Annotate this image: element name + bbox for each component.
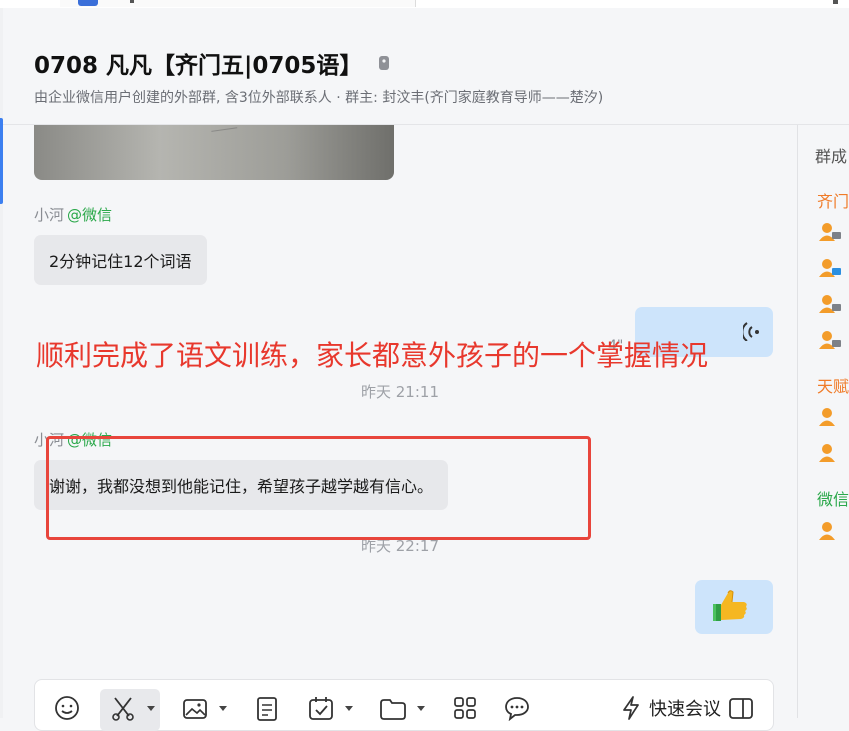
person-icon[interactable] <box>818 258 842 278</box>
group-title[interactable]: 0708 凡凡【齐门五|0705语】 <box>34 46 362 80</box>
chevron-down-icon[interactable] <box>219 706 227 711</box>
sender-source: @微信 <box>67 206 113 224</box>
lightning-icon <box>623 696 639 720</box>
members-panel-title: 群成 <box>815 147 848 166</box>
message-bubble[interactable]: 2分钟记住12个词语 <box>34 235 207 285</box>
chevron-down-icon[interactable] <box>345 706 353 711</box>
person-icon[interactable] <box>818 521 842 541</box>
person-icon[interactable] <box>818 407 842 427</box>
red-highlight-box <box>46 436 591 540</box>
group-members-panel: 群成 齐门 天赋 微信 <box>797 125 849 718</box>
input-toolbar: 快速会议 <box>34 679 774 731</box>
voice-wave-icon <box>741 321 761 342</box>
message-text: 2分钟记住12个词语 <box>49 252 192 271</box>
image-content <box>211 127 239 142</box>
person-icon[interactable] <box>818 443 842 463</box>
window-control-icon[interactable] <box>833 0 838 4</box>
quick-meeting-label: 快速会议 <box>649 699 721 720</box>
chevron-down-icon[interactable] <box>417 706 425 711</box>
member-group-label[interactable]: 天赋 <box>817 373 849 397</box>
person-icon[interactable] <box>818 222 842 242</box>
member-group-label[interactable]: 微信 <box>817 486 849 510</box>
member-group-label[interactable]: 齐门 <box>817 188 849 212</box>
browser-tab[interactable] <box>60 0 416 7</box>
person-icon[interactable] <box>818 330 842 350</box>
title-row: 0708 凡凡【齐门五|0705语】 <box>34 46 392 80</box>
thumbs-up-icon <box>713 590 747 621</box>
group-subtitle: 由企业微信用户创建的外部群, 含3位外部联系人 · 群主: 封汶丰(齐门家庭教育… <box>34 90 604 106</box>
chat-header: 0708 凡凡【齐门五|0705语】 由企业微信用户创建的外部群, 含3位外部联… <box>3 8 849 125</box>
red-annotation-caption: 顺利完成了语文训练，家长都意外孩子的一个掌握情况 <box>36 339 709 372</box>
chevron-down-icon[interactable] <box>147 706 155 711</box>
message-sender: 小河 @微信 <box>34 204 112 225</box>
tab-marker <box>130 0 134 3</box>
sticker-message[interactable] <box>695 580 773 634</box>
app-favicon-icon <box>78 0 98 6</box>
quick-meeting-button[interactable]: 快速会议 <box>621 695 721 721</box>
lock-icon <box>376 54 392 72</box>
message-area[interactable]: 小河 @微信 2分钟记住12个词语 4" 昨天 21:11 小河 @微信 谢谢，我都… <box>3 125 797 718</box>
browser-tab-strip <box>0 0 849 8</box>
person-icon[interactable] <box>818 294 842 314</box>
sender-name[interactable]: 小河 <box>34 206 64 224</box>
image-message[interactable] <box>34 125 394 180</box>
timestamp: 昨天 21:11 <box>361 383 439 401</box>
